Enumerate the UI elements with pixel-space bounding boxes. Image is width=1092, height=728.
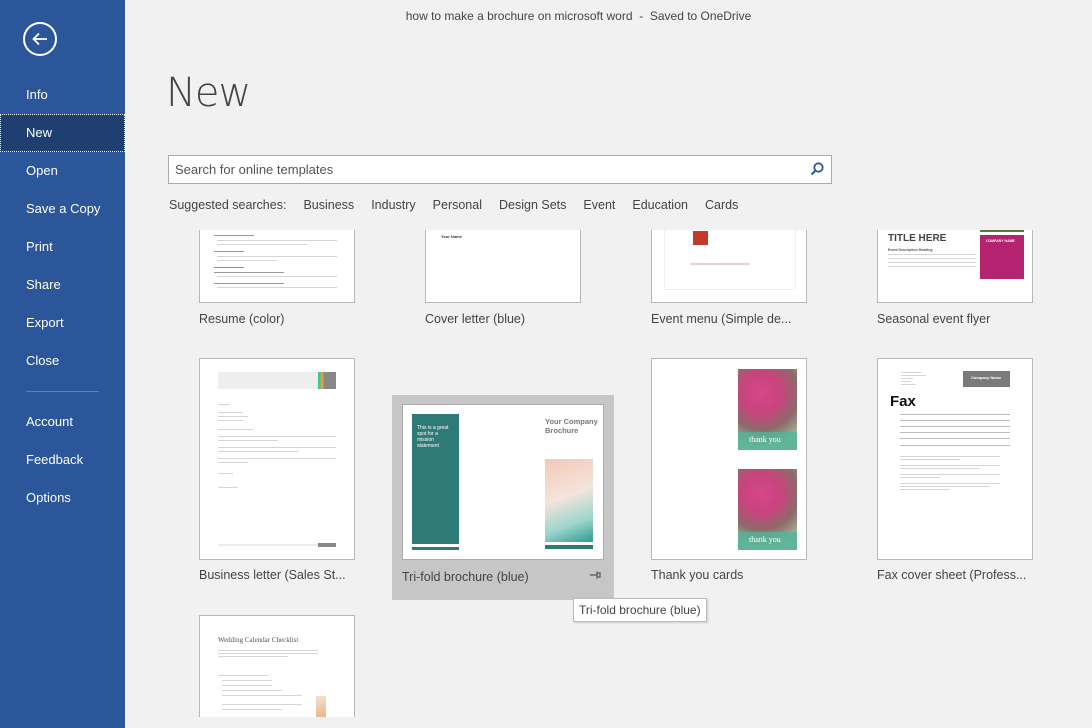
template-thumbnail: Company Name Fax [877, 358, 1033, 560]
suggested-event[interactable]: Event [583, 198, 615, 212]
template-fax-cover-sheet[interactable]: Company Name Fax Fax cover sheet (Profes… [877, 358, 1092, 588]
template-label: Thank you cards [651, 568, 744, 582]
title-separator: - [639, 9, 644, 23]
back-button[interactable] [23, 22, 57, 56]
template-search [168, 155, 832, 184]
nav-open[interactable]: Open [0, 152, 125, 190]
backstage-sidebar: Info New Open Save a Copy Print Share Ex… [0, 0, 125, 728]
template-thumbnail: Your Name [425, 230, 581, 303]
window-title: how to make a brochure on microsoft word… [0, 9, 1092, 23]
nav-info[interactable]: Info [0, 76, 125, 114]
suggested-searches: Suggested searches: Business Industry Pe… [169, 198, 755, 212]
template-gallery: Resume (color) Your Name Cover letter (b… [125, 230, 1092, 728]
template-thumbnail: thank you thank you [651, 358, 807, 560]
template-thumbnail [651, 230, 807, 303]
template-seasonal-event-flyer[interactable]: TITLE HERE Event Description Heading COM… [877, 230, 1092, 335]
template-event-menu[interactable]: Event menu (Simple de... [651, 230, 871, 335]
nav-feedback[interactable]: Feedback [0, 441, 125, 479]
template-thank-you-cards[interactable]: thank you thank you Thank you cards [651, 358, 871, 588]
nav-divider [26, 391, 99, 392]
backstage-nav: Info New Open Save a Copy Print Share Ex… [0, 76, 125, 517]
save-status: Saved to OneDrive [649, 9, 752, 23]
suggested-design-sets[interactable]: Design Sets [499, 198, 566, 212]
nav-account[interactable]: Account [0, 403, 125, 441]
page-title: New [166, 70, 251, 116]
suggested-business[interactable]: Business [303, 198, 354, 212]
template-label: Event menu (Simple de... [651, 312, 792, 326]
template-label: Seasonal event flyer [877, 312, 991, 326]
suggested-label: Suggested searches: [169, 198, 287, 212]
template-resume-color[interactable]: Resume (color) [199, 230, 419, 335]
pin-icon[interactable] [589, 569, 601, 581]
template-thumbnail: This is a great spot for a mission state… [402, 404, 604, 560]
template-thumbnail: Wedding Calendar Checklist [199, 615, 355, 717]
suggested-personal[interactable]: Personal [433, 198, 482, 212]
suggested-industry[interactable]: Industry [371, 198, 415, 212]
suggested-education[interactable]: Education [632, 198, 688, 212]
template-business-letter[interactable]: Business letter (Sales St... [199, 358, 419, 588]
template-thumbnail: TITLE HERE Event Description Heading COM… [877, 230, 1033, 303]
nav-save-a-copy[interactable]: Save a Copy [0, 190, 125, 228]
nav-export[interactable]: Export [0, 304, 125, 342]
search-icon[interactable] [809, 161, 825, 177]
document-name: how to make a brochure on microsoft word [405, 9, 633, 23]
nav-print[interactable]: Print [0, 228, 125, 266]
template-label: Cover letter (blue) [425, 312, 526, 326]
template-label: Fax cover sheet (Profess... [877, 568, 1027, 582]
template-thumbnail [199, 358, 355, 560]
nav-close[interactable]: Close [0, 342, 125, 380]
nav-share[interactable]: Share [0, 266, 125, 304]
template-label: Business letter (Sales St... [199, 568, 346, 582]
nav-options[interactable]: Options [0, 479, 125, 517]
suggested-cards[interactable]: Cards [705, 198, 738, 212]
template-tri-fold-brochure-blue[interactable]: This is a great spot for a mission state… [392, 395, 614, 600]
template-label: Resume (color) [199, 312, 285, 326]
template-tooltip: Tri-fold brochure (blue) [573, 598, 707, 622]
template-thumbnail [199, 230, 355, 303]
arrow-left-icon [32, 32, 47, 46]
search-input[interactable] [169, 156, 799, 183]
template-label: Tri-fold brochure (blue) [402, 570, 529, 584]
nav-new[interactable]: New [0, 114, 125, 152]
template-cover-letter-blue[interactable]: Your Name Cover letter (blue) [425, 230, 645, 335]
template-wedding-calendar-checklist[interactable]: Wedding Calendar Checklist [199, 615, 419, 728]
